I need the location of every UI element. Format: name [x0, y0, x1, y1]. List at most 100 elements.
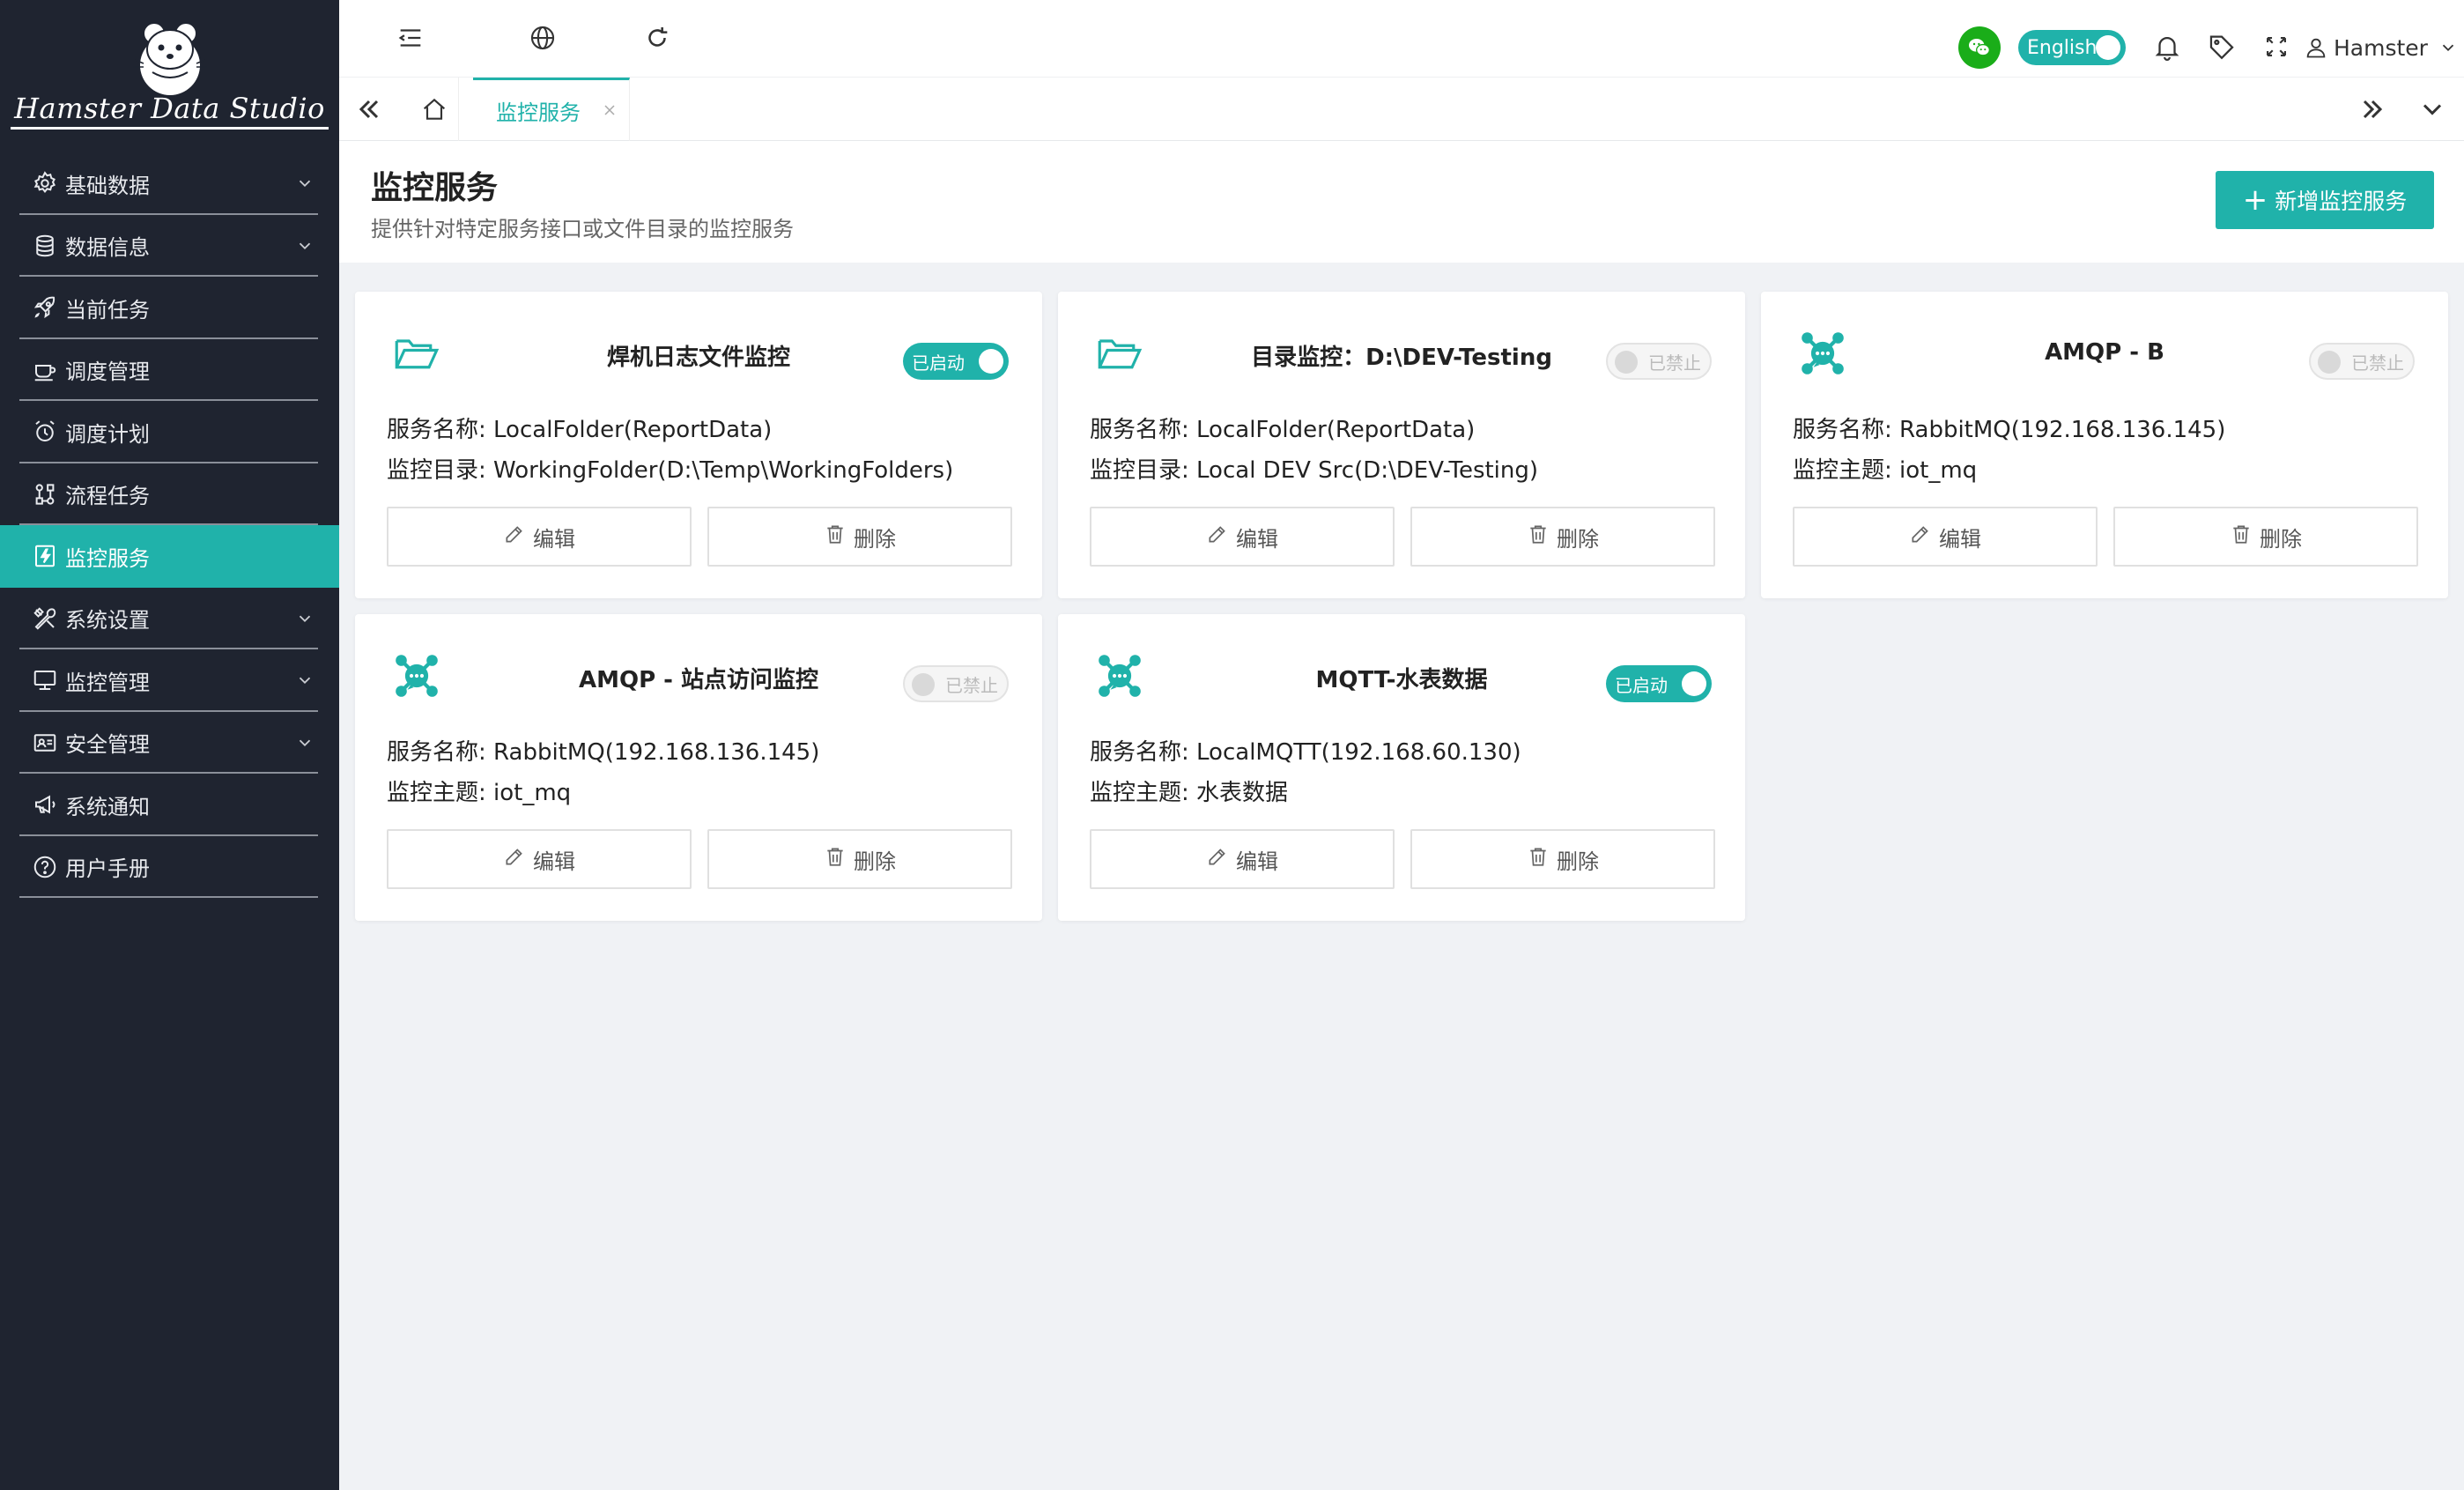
sidebar-item-2[interactable]: 当前任务	[0, 277, 339, 339]
service-card: AMQP - 站点访问监控 已禁止服务名称: RabbitMQ(192.168.1…	[355, 614, 1042, 921]
sidebar-item-label: 基础数据	[65, 173, 150, 198]
sidebar-menu: 基础数据数据信息 当前任务调度管理调度计划流程任务监控服务系统设置监控管理安全管理…	[0, 152, 339, 898]
sidebar-item-label: 调度计划	[65, 421, 150, 447]
delete-button[interactable]: 删除	[2113, 507, 2418, 567]
delete-button[interactable]: 删除	[1410, 829, 1715, 889]
language-label: English	[2027, 36, 2098, 59]
home-tab[interactable]	[410, 78, 459, 141]
collapse-menu-icon[interactable]	[396, 23, 425, 53]
database-icon	[32, 233, 58, 259]
username: Hamster	[2334, 34, 2428, 61]
sidebar-item-label: 流程任务	[65, 484, 150, 509]
edit-button[interactable]: 编辑	[1090, 507, 1395, 567]
sidebar-item-9[interactable]: 安全管理	[0, 712, 339, 775]
rocket-icon	[32, 294, 58, 321]
user-icon	[2306, 38, 2326, 58]
add-monitor-service-button[interactable]: + 新增监控服务	[2216, 171, 2434, 229]
logo[interactable]: Hamster Data Studio	[0, 0, 339, 137]
edit-button[interactable]: 编辑	[1793, 507, 2098, 567]
service-name: 服务名称: LocalMQTT(192.168.60.130)	[1090, 739, 1521, 766]
hamster-logo-icon	[132, 22, 207, 95]
status-toggle[interactable]: 已启动	[1606, 665, 1712, 702]
trash-icon	[824, 845, 854, 873]
delete-label: 删除	[1557, 526, 1599, 552]
plus-icon: +	[2242, 182, 2268, 218]
edit-button[interactable]: 编辑	[387, 507, 692, 567]
flow-icon	[32, 481, 58, 508]
scroll-tabs-left-icon[interactable]	[353, 93, 385, 125]
delete-button[interactable]: 删除	[707, 829, 1012, 889]
sidebar-item-3[interactable]: 调度管理	[0, 339, 339, 402]
wechat-icon[interactable]	[1958, 26, 2001, 69]
edit-label: 编辑	[1236, 849, 1278, 874]
sidebar-item-label: 系统设置	[65, 608, 150, 634]
language-toggle[interactable]: English	[2018, 30, 2126, 65]
service-card: 目录监控：D:\DEV-Testing 已禁止 服务名称: LocalFolder(…	[1058, 292, 1745, 598]
tabs-dropdown-icon[interactable]	[2416, 93, 2448, 125]
logo-text: Hamster Data Studio	[11, 92, 329, 130]
megaphone-icon	[32, 791, 58, 818]
sidebar-item-4[interactable]: 调度计划	[0, 401, 339, 463]
delete-button[interactable]: 删除	[707, 507, 1012, 567]
edit-button[interactable]: 编辑	[387, 829, 692, 889]
sidebar-item-1[interactable]: 数据信息	[0, 215, 339, 278]
fullscreen-icon[interactable]	[2261, 32, 2291, 62]
scroll-tabs-right-icon[interactable]	[2357, 93, 2388, 125]
user-menu[interactable]: Hamster	[2304, 30, 2463, 65]
edit-icon	[1206, 523, 1236, 551]
delete-label: 删除	[2260, 526, 2302, 552]
status-label: 已启动	[912, 352, 965, 374]
edit-button[interactable]: 编辑	[1090, 829, 1395, 889]
edit-icon	[1909, 523, 1939, 551]
sidebar-item-label: 用户手册	[65, 856, 150, 882]
status-label: 已启动	[1615, 674, 1668, 696]
tab-monitor-service[interactable]: 监控服务	[473, 78, 630, 141]
tab-label: 监控服务	[496, 100, 581, 125]
sidebar-item-label: 监控管理	[65, 670, 150, 695]
toggle-knob	[2096, 35, 2120, 60]
status-label: 已禁止	[2351, 352, 2404, 374]
status-toggle[interactable]: 已禁止	[903, 665, 1009, 702]
status-label: 已禁止	[1648, 352, 1701, 374]
service-card: AMQP - B 已禁止 服务名称: RabbitMQ(192.168.136.14…	[1761, 292, 2448, 598]
delete-label: 删除	[854, 849, 896, 874]
close-icon[interactable]	[601, 101, 618, 119]
sidebar-item-8[interactable]: 监控管理	[0, 649, 339, 712]
status-toggle[interactable]: 已禁止	[2309, 343, 2415, 380]
monitor-target: 监控主题: iot_mq	[1793, 457, 1978, 484]
toggle-knob	[912, 673, 935, 696]
sidebar-item-0[interactable]: 基础数据	[0, 152, 339, 215]
trash-icon	[2230, 523, 2260, 551]
alarm-clock-icon	[32, 419, 58, 445]
gear-icon	[32, 170, 58, 196]
sidebar-item-label: 系统通知	[65, 794, 150, 819]
monitor-icon	[32, 667, 58, 693]
lightning-icon	[32, 543, 58, 569]
refresh-icon[interactable]	[642, 23, 672, 53]
card-title: 焊机日志文件监控	[606, 345, 790, 371]
card-title: AMQP - 站点访问监控	[578, 667, 819, 693]
service-card: MQTT-水表数据 已启动 服务名称: LocalMQTT(192.168.60.1…	[1058, 614, 1745, 921]
edit-label: 编辑	[533, 849, 575, 874]
globe-icon[interactable]	[528, 23, 558, 53]
toggle-knob	[1682, 671, 1706, 696]
delete-label: 删除	[854, 526, 896, 552]
status-toggle[interactable]: 已禁止	[1606, 343, 1712, 380]
sidebar-item-5[interactable]: 流程任务	[0, 463, 339, 526]
sidebar-item-label: 安全管理	[65, 732, 150, 758]
service-name: 服务名称: RabbitMQ(192.168.136.145)	[387, 739, 820, 766]
sidebar-item-7[interactable]: 系统设置	[0, 588, 339, 650]
home-icon	[423, 98, 445, 120]
service-name: 服务名称: LocalFolder(ReportData)	[387, 417, 773, 443]
sidebar-item-label: 调度管理	[65, 360, 150, 385]
sidebar-item-10[interactable]: 系统通知	[0, 774, 339, 836]
bell-icon[interactable]	[2152, 32, 2182, 62]
status-toggle[interactable]: 已启动	[903, 343, 1009, 380]
delete-button[interactable]: 删除	[1410, 507, 1715, 567]
sidebar-item-label: 监控服务	[65, 545, 150, 571]
cup-icon	[32, 357, 58, 383]
sidebar-item-11[interactable]: 用户手册	[0, 836, 339, 899]
page-header: 监控服务 提供针对特定服务接口或文件目录的监控服务 + 新增监控服务	[339, 141, 2464, 263]
sidebar-item-6[interactable]: 监控服务	[0, 525, 339, 588]
tag-icon[interactable]	[2207, 32, 2237, 62]
